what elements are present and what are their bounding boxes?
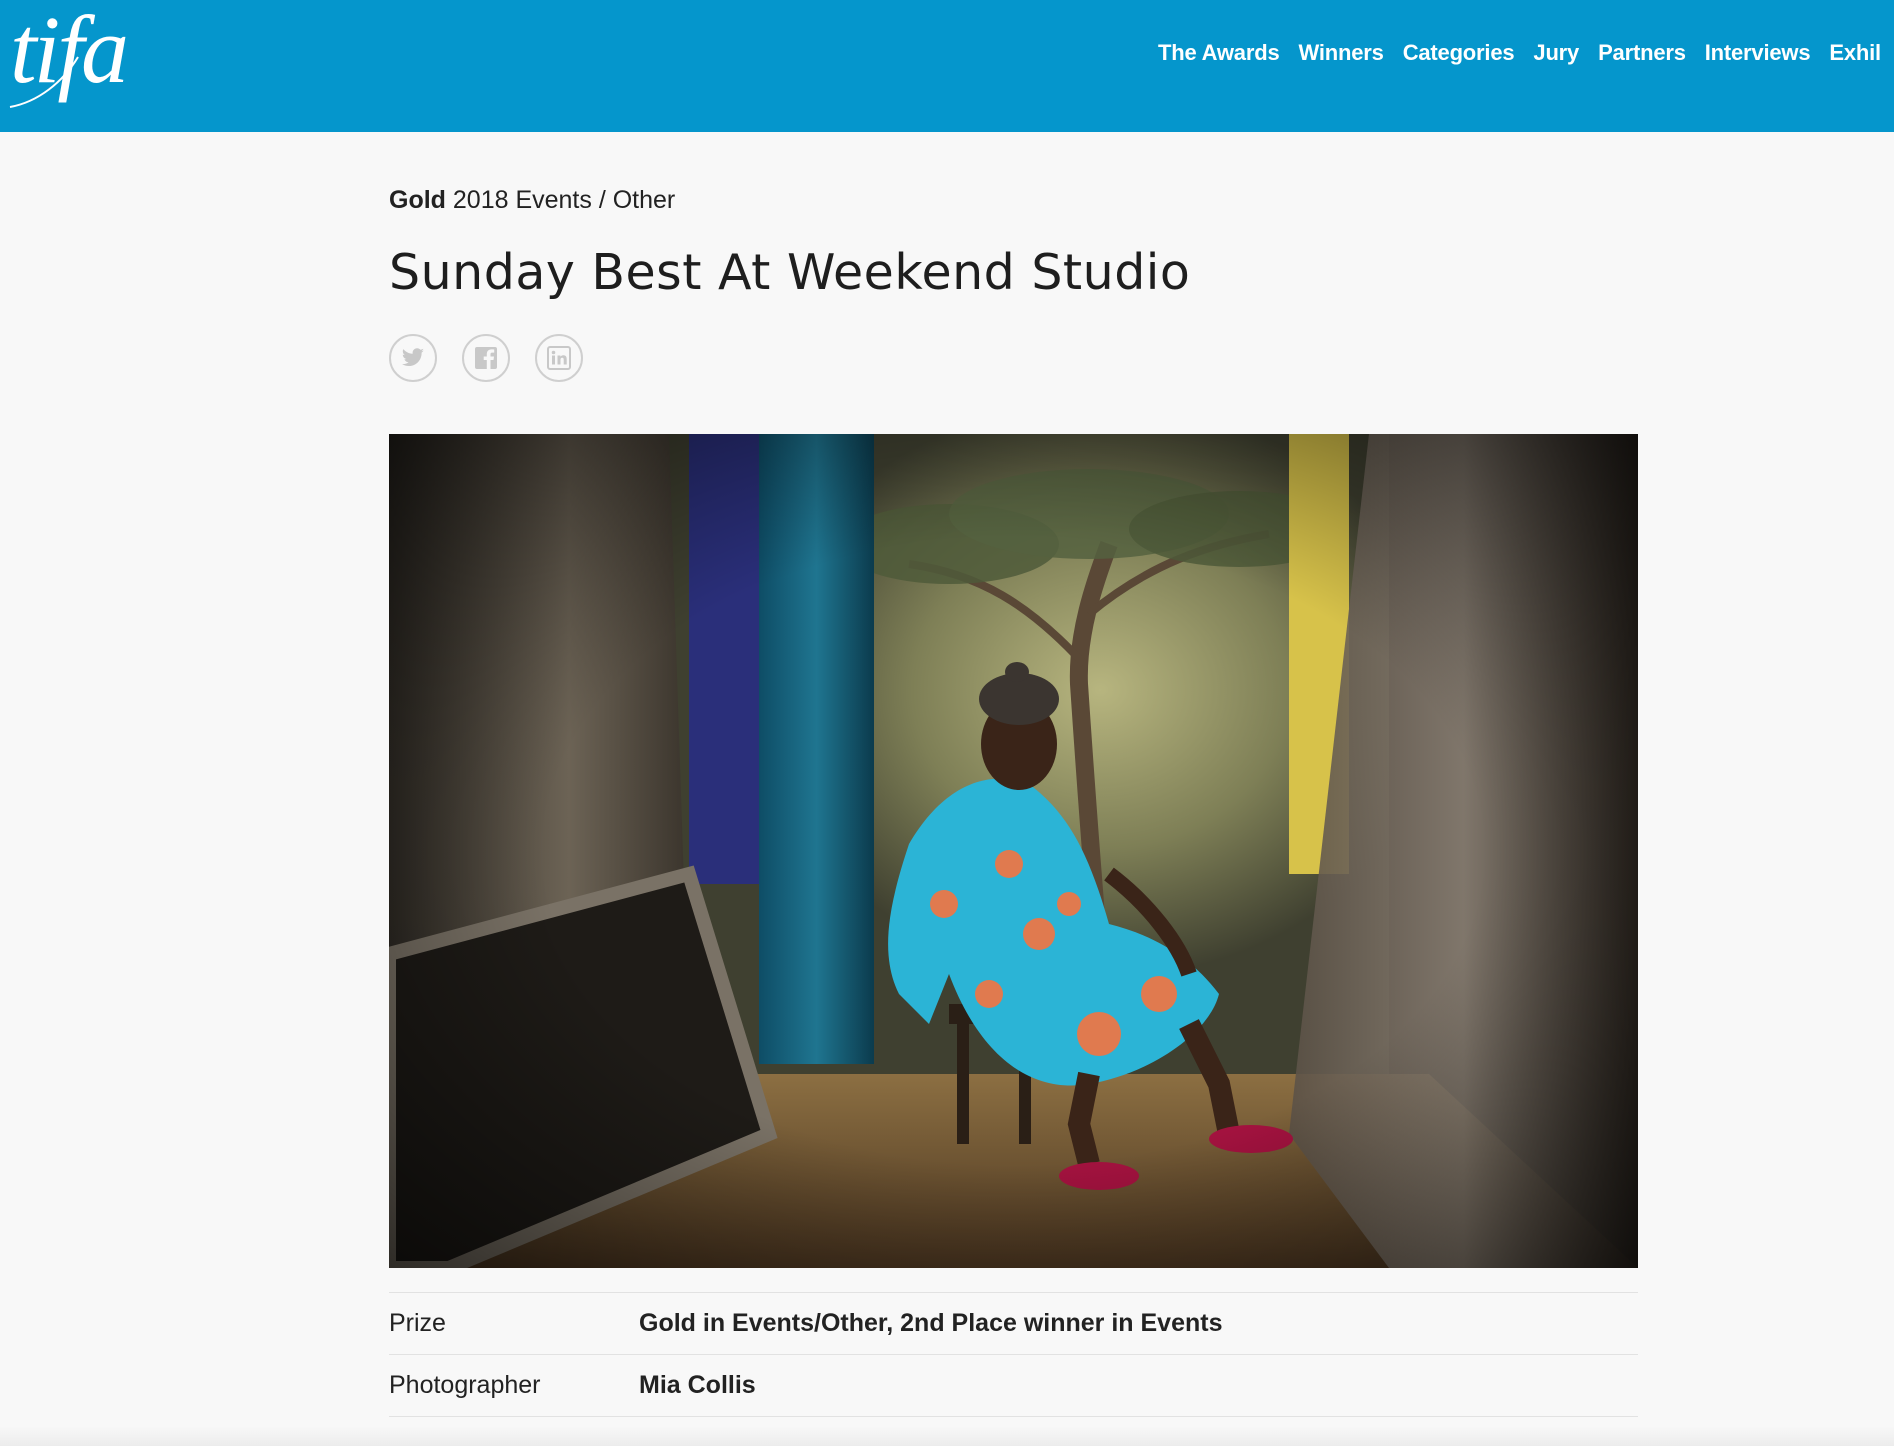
nav-winners[interactable]: Winners (1298, 40, 1383, 66)
main-nav: The Awards Winners Categories Jury Partn… (1158, 40, 1894, 66)
nav-categories[interactable]: Categories (1403, 40, 1515, 66)
nav-the-awards[interactable]: The Awards (1158, 40, 1280, 66)
detail-row-photographer: Photographer Mia Collis (389, 1354, 1638, 1417)
entry-category-line: Gold 2018 Events / Other (389, 186, 675, 215)
twitter-share-button[interactable] (389, 334, 437, 382)
linkedin-share-button[interactable] (535, 334, 583, 382)
category-path[interactable]: 2018 Events / Other (453, 186, 675, 214)
page-bottom-edge (0, 1426, 1894, 1446)
facebook-icon (475, 347, 497, 369)
facebook-share-button[interactable] (462, 334, 510, 382)
nav-interviews[interactable]: Interviews (1705, 40, 1811, 66)
share-buttons (389, 334, 583, 382)
award-level: Gold (389, 186, 446, 214)
entry-photo-image (389, 434, 1638, 1268)
nav-partners[interactable]: Partners (1598, 40, 1686, 66)
site-header: tifa The Awards Winners Categories Jury … (0, 0, 1894, 132)
twitter-icon (401, 348, 424, 366)
linkedin-icon (547, 346, 571, 370)
entry-details: Prize Gold in Events/Other, 2nd Place wi… (389, 1292, 1638, 1417)
detail-row-prize: Prize Gold in Events/Other, 2nd Place wi… (389, 1292, 1638, 1354)
nav-exhibitions[interactable]: Exhil (1829, 40, 1881, 66)
logo-swash-icon (9, 56, 79, 108)
entry-photo[interactable] (389, 434, 1638, 1268)
detail-value[interactable]: Mia Collis (639, 1371, 756, 1400)
detail-label: Photographer (389, 1371, 541, 1399)
detail-label: Prize (389, 1309, 446, 1337)
nav-jury[interactable]: Jury (1533, 40, 1579, 66)
page-title: Sunday Best At Weekend Studio (389, 244, 1191, 301)
detail-value: Gold in Events/Other, 2nd Place winner i… (639, 1309, 1223, 1337)
